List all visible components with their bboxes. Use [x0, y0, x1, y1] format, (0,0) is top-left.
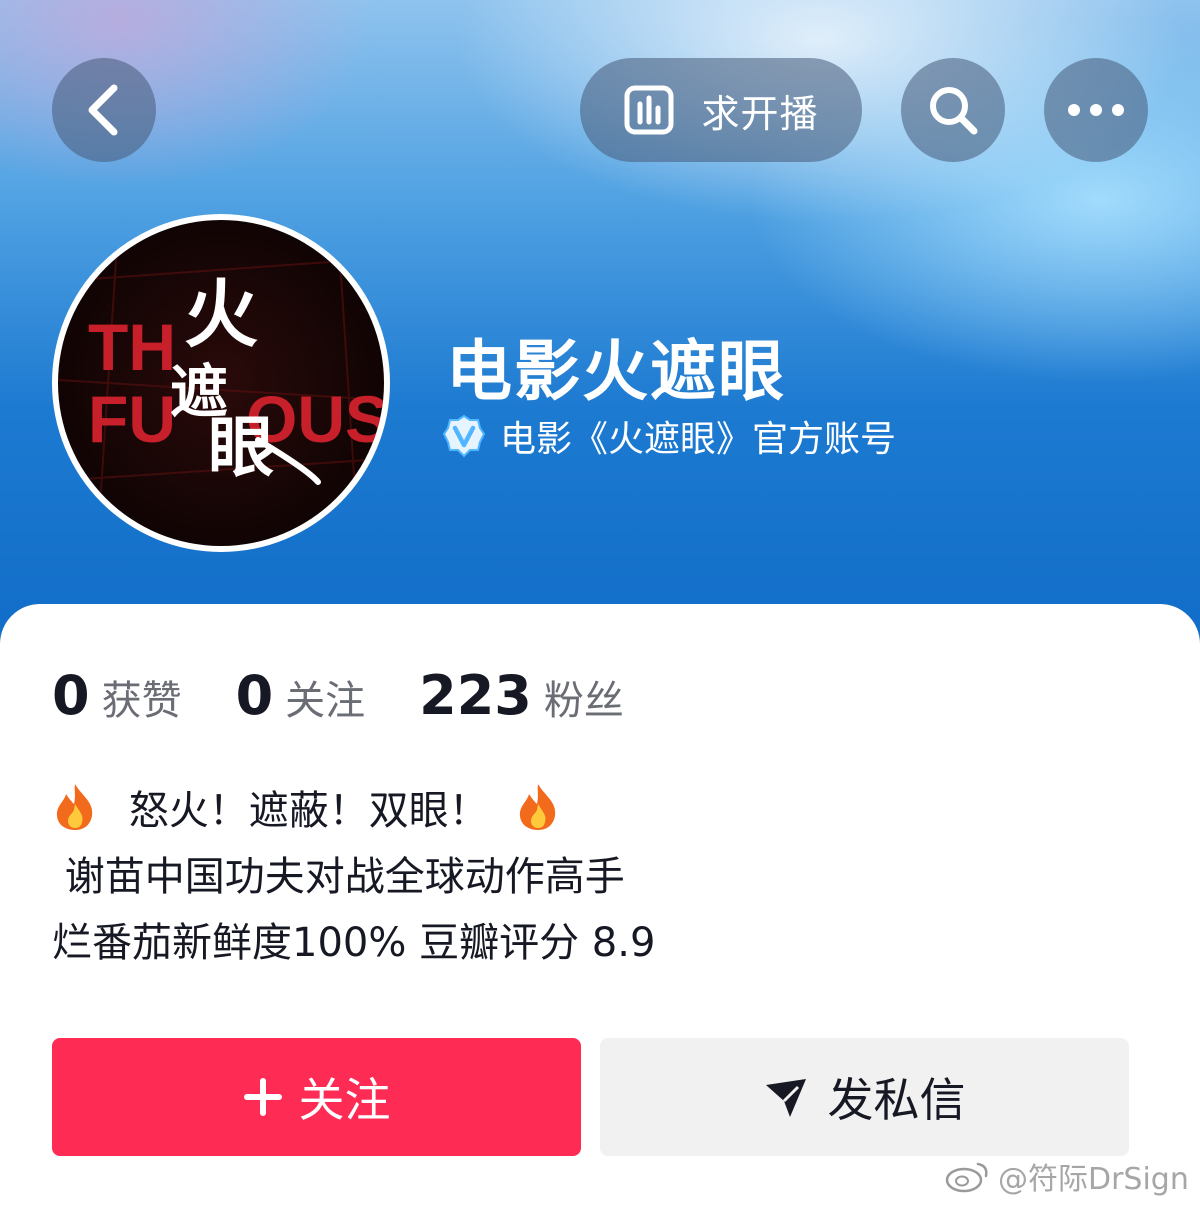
followers-label: 粉丝 — [543, 678, 624, 724]
bio: 怒火！遮蔽！双眼！ 谢苗中国功夫对战全球动作高手 烂番茄新鲜度100% 豆瓣评分… — [52, 778, 655, 976]
following-stat[interactable]: 0 关注 — [236, 664, 366, 727]
follow-button[interactable]: 关注 — [52, 1038, 581, 1156]
weibo-logo-icon — [945, 1162, 988, 1193]
message-button[interactable]: 发私信 — [600, 1038, 1129, 1156]
plus-icon — [243, 1078, 282, 1116]
following-count: 0 — [235, 664, 274, 727]
bio-line-1: 怒火！遮蔽！双眼！ — [52, 778, 655, 844]
likes-label: 获赞 — [101, 678, 182, 724]
back-button[interactable] — [52, 58, 156, 162]
verification-text: 电影《火遮眼》官方账号 — [500, 419, 897, 460]
back-icon — [88, 84, 118, 136]
followers-count: 223 — [419, 664, 532, 727]
following-label: 关注 — [285, 678, 366, 724]
verification-row: 电影《火遮眼》官方账号 — [442, 410, 896, 462]
verified-badge-icon — [442, 414, 486, 458]
stats-row: 0 获赞 0 关注 223 粉丝 — [52, 664, 678, 727]
message-label: 发私信 — [827, 1073, 966, 1127]
svg-text:火: 火 — [184, 272, 258, 358]
svg-text:TH: TH — [88, 310, 176, 384]
request-live-button[interactable]: 求开播 — [580, 58, 862, 162]
svg-text:FU: FU — [88, 382, 176, 456]
more-icon — [1068, 104, 1124, 116]
send-icon — [765, 1079, 806, 1117]
bio-line-2: 谢苗中国功夫对战全球动作高手 — [52, 854, 625, 900]
live-bars-icon — [624, 85, 674, 135]
follow-label: 关注 — [298, 1073, 391, 1127]
bio-text-1: 怒火！遮蔽！双眼！ — [128, 788, 489, 834]
search-button[interactable] — [901, 58, 1005, 162]
fire-icon — [56, 784, 93, 830]
more-button[interactable] — [1044, 58, 1148, 162]
likes-stat[interactable]: 0 获赞 — [52, 664, 182, 727]
watermark: @符际DrSign — [944, 1154, 1189, 1198]
search-icon — [930, 87, 978, 135]
avatar-image: TH FU OUS 火 遮 眼 — [58, 220, 384, 546]
watermark-text: @符际DrSign — [998, 1162, 1189, 1197]
request-live-label: 求开播 — [701, 91, 819, 136]
followers-stat[interactable]: 223 粉丝 — [419, 664, 624, 727]
likes-count: 0 — [52, 664, 90, 727]
avatar[interactable]: TH FU OUS 火 遮 眼 — [52, 214, 390, 552]
account-name: 电影火遮眼 — [446, 333, 786, 410]
fire-icon — [520, 784, 556, 830]
bio-line-3: 烂番茄新鲜度100% 豆瓣评分 8.9 — [52, 920, 656, 966]
